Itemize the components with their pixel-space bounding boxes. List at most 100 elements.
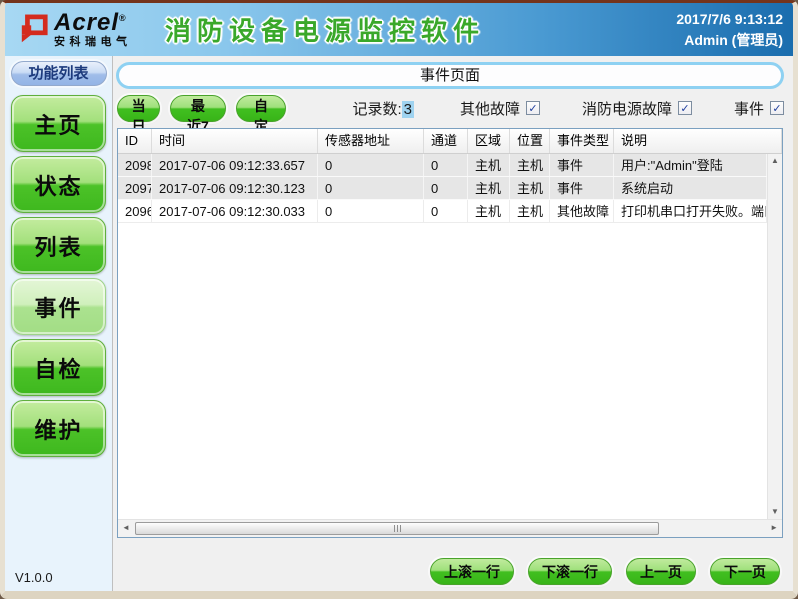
other-fault-checkbox[interactable]: ✓	[526, 101, 540, 115]
check-icon: ✓	[680, 102, 689, 115]
table-row[interactable]: 20982017-07-06 09:12:33.65700主机主机事件用户:"A…	[118, 154, 767, 177]
table-cell: 0	[318, 154, 424, 176]
table-cell: 0	[318, 200, 424, 222]
scroll-right-icon[interactable]: ►	[770, 524, 778, 532]
scroll-down-row-button[interactable]: 下滚一行	[528, 558, 612, 585]
logo-text: Acrel® 安科瑞电气	[54, 11, 132, 48]
table-cell: 2096	[118, 200, 152, 222]
scroll-left-icon[interactable]: ◄	[122, 524, 130, 532]
filter-row: 当日最近7天自定义 记录数:3 其他故障 ✓ 消防电源故障 ✓ 事件 ✓	[117, 94, 784, 122]
column-header-0: ID	[118, 129, 152, 153]
table-cell: 系统启动	[614, 177, 767, 199]
app-window: Acrel® 安科瑞电气 消防设备电源监控软件 2017/7/6 9:13:12…	[0, 0, 798, 599]
table-cell: 主机	[510, 200, 550, 222]
table-cell: 主机	[510, 177, 550, 199]
table-cell: 2097	[118, 177, 152, 199]
table-cell: 主机	[468, 177, 510, 199]
registered-mark: ®	[119, 13, 127, 23]
record-count-label: 记录数:	[352, 101, 401, 118]
table-row[interactable]: 20962017-07-06 09:12:30.03300主机主机其他故障打印机…	[118, 200, 767, 223]
sidebar-header: 功能列表	[11, 61, 107, 86]
date-filter-buttons: 当日最近7天自定义	[117, 95, 286, 122]
table-cell: 0	[318, 177, 424, 199]
scroll-up-icon[interactable]: ▲	[771, 157, 779, 165]
table-cell: 事件	[550, 177, 614, 199]
column-header-4: 区域	[468, 129, 510, 153]
filter-fire-power-fault-label: 消防电源故障	[582, 98, 672, 119]
date-button-last-7-days[interactable]: 最近7天	[170, 95, 225, 122]
table-row[interactable]: 20972017-07-06 09:12:30.12300主机主机事件系统启动	[118, 177, 767, 200]
fire-power-fault-checkbox[interactable]: ✓	[678, 101, 692, 115]
sidebar-item-status[interactable]: 状态	[11, 156, 106, 213]
column-header-7: 说明	[614, 129, 782, 153]
scroll-up-row-button[interactable]: 上滚一行	[430, 558, 514, 585]
filter-checkboxes: 其他故障 ✓ 消防电源故障 ✓ 事件 ✓	[460, 98, 784, 119]
acrel-logo-icon	[19, 14, 49, 46]
sidebar: 功能列表 主页状态列表事件自检维护 V1.0.0	[5, 56, 113, 591]
scroll-down-icon[interactable]: ▼	[771, 508, 779, 516]
table-cell: 其他故障	[550, 200, 614, 222]
horizontal-scrollbar[interactable]: ◄ ►	[118, 519, 782, 537]
table-cell: 打印机串口打开失败。端口 "C	[614, 200, 767, 222]
scrollbar-grip	[394, 525, 395, 532]
table-cell: 0	[424, 200, 468, 222]
sidebar-item-list[interactable]: 列表	[11, 217, 106, 274]
acrel-logo: Acrel® 安科瑞电气	[5, 11, 155, 48]
app-title: 消防设备电源监控软件	[165, 11, 485, 48]
table-cell: 2017-07-06 09:12:30.033	[152, 200, 318, 222]
filter-event-label: 事件	[734, 98, 764, 119]
filter-other-fault-label: 其他故障	[460, 98, 520, 119]
record-count-value: 3	[402, 101, 414, 118]
datetime-label: 2017/7/6 9:13:12	[676, 9, 783, 30]
sidebar-nav: 主页状态列表事件自检维护	[5, 95, 112, 457]
column-header-5: 位置	[510, 129, 550, 153]
brand-name: Acrel®	[54, 11, 132, 35]
column-header-1: 时间	[152, 129, 318, 153]
filter-other-fault: 其他故障 ✓	[460, 98, 540, 119]
next-page-button[interactable]: 下一页	[710, 558, 780, 585]
column-header-3: 通道	[424, 129, 468, 153]
horizontal-scrollbar-thumb[interactable]	[135, 522, 659, 535]
pager-buttons: 上滚一行下滚一行上一页下一页	[430, 558, 780, 585]
column-header-6: 事件类型	[550, 129, 614, 153]
event-checkbox[interactable]: ✓	[770, 101, 784, 115]
sidebar-item-events[interactable]: 事件	[11, 278, 106, 335]
check-icon: ✓	[772, 102, 781, 115]
filter-fire-power-fault: 消防电源故障 ✓	[582, 98, 692, 119]
vertical-scrollbar[interactable]: ▲ ▼	[767, 154, 782, 519]
event-table: ID时间传感器地址通道区域位置事件类型说明 20982017-07-06 09:…	[117, 128, 783, 538]
date-button-custom[interactable]: 自定义	[236, 95, 287, 122]
filter-event: 事件 ✓	[734, 98, 784, 119]
sidebar-item-maintenance[interactable]: 维护	[11, 400, 106, 457]
record-count: 记录数:3	[352, 98, 414, 119]
sidebar-item-home[interactable]: 主页	[11, 95, 106, 152]
scrollbar-grip	[397, 525, 398, 532]
table-header-row: ID时间传感器地址通道区域位置事件类型说明	[118, 129, 782, 154]
page-title: 事件页面	[116, 62, 784, 89]
table-cell: 0	[424, 177, 468, 199]
sidebar-item-self-check[interactable]: 自检	[11, 339, 106, 396]
main-panel: 事件页面 当日最近7天自定义 记录数:3 其他故障 ✓ 消防电源故障 ✓ 事件 ✓ ID时…	[113, 56, 793, 591]
brand-subtitle: 安科瑞电气	[54, 37, 132, 48]
current-user-label: Admin (管理员)	[676, 30, 783, 51]
table-rows: 20982017-07-06 09:12:33.65700主机主机事件用户:"A…	[118, 154, 767, 519]
version-label: V1.0.0	[15, 570, 53, 585]
table-cell: 主机	[468, 154, 510, 176]
column-header-2: 传感器地址	[318, 129, 424, 153]
scrollbar-grip	[400, 525, 401, 532]
table-cell: 用户:"Admin"登陆	[614, 154, 767, 176]
table-cell: 2098	[118, 154, 152, 176]
table-cell: 0	[424, 154, 468, 176]
prev-page-button[interactable]: 上一页	[626, 558, 696, 585]
header-right: 2017/7/6 9:13:12 Admin (管理员)	[676, 9, 793, 51]
check-icon: ✓	[528, 102, 537, 115]
table-cell: 主机	[468, 200, 510, 222]
date-button-today[interactable]: 当日	[117, 95, 160, 122]
table-body: 20982017-07-06 09:12:33.65700主机主机事件用户:"A…	[118, 154, 782, 519]
table-cell: 2017-07-06 09:12:30.123	[152, 177, 318, 199]
page-title-text: 事件页面	[420, 67, 480, 84]
app-header: Acrel® 安科瑞电气 消防设备电源监控软件 2017/7/6 9:13:12…	[5, 3, 793, 56]
table-cell: 2017-07-06 09:12:33.657	[152, 154, 318, 176]
table-cell: 事件	[550, 154, 614, 176]
table-cell: 主机	[510, 154, 550, 176]
